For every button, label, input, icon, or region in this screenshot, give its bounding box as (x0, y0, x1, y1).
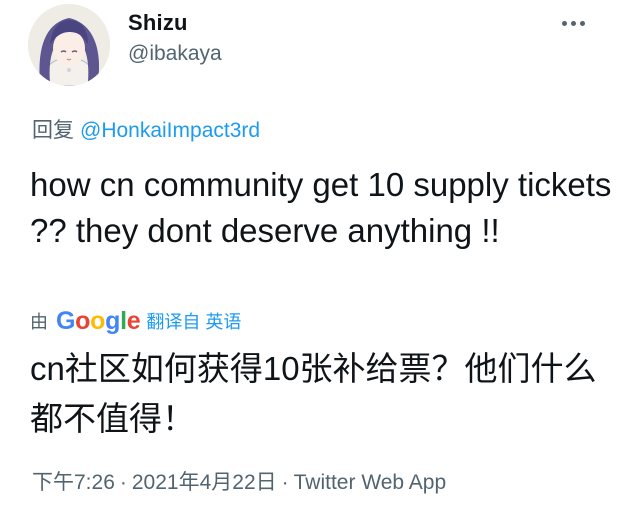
tweet-date[interactable]: 2021年4月22日 (132, 471, 277, 494)
reply-label: 回复 (32, 119, 74, 142)
meta-separator: · (281, 471, 289, 494)
tweet-source[interactable]: Twitter Web App (294, 471, 447, 494)
user-handle[interactable]: @ibakaya (128, 42, 222, 66)
tweet-metadata: 下午7:26 · 2021年4月22日 · Twitter Web App (32, 466, 446, 496)
more-horizontal-icon-dot (579, 20, 585, 26)
translated-from-link[interactable]: 翻译自 英语 (146, 308, 241, 334)
more-horizontal-icon-dot (570, 20, 576, 26)
google-logo-letter: l (120, 306, 127, 335)
display-name[interactable]: Shizu (128, 10, 188, 36)
google-logo-letter: G (56, 306, 76, 335)
more-options-button[interactable] (556, 10, 590, 36)
google-logo-letter: o (75, 306, 91, 335)
translated-by-label: 由 (30, 312, 48, 332)
translated-text: cn社区如何获得10张补给票？他们什么都不值得！ (30, 350, 597, 437)
translation-attribution: 由 Google 翻译自 英语 (30, 306, 241, 336)
google-logo-letter: o (90, 306, 106, 335)
google-logo-letter: g (105, 306, 121, 335)
tweet-text: how cn community get 10 supply tickets ?… (30, 166, 612, 249)
reply-mention-link[interactable]: @HonkaiImpact3rd (80, 119, 260, 142)
avatar[interactable] (28, 4, 110, 86)
meta-separator: · (119, 471, 127, 494)
avatar-image (28, 4, 110, 86)
reply-context: 回复 @HonkaiImpact3rd (32, 114, 260, 144)
google-logo-letter: e (126, 306, 141, 335)
tweet-card: Shizu @ibakaya 回复 @HonkaiImpact3rd how cn… (0, 0, 641, 521)
tweet-time[interactable]: 下午7:26 (32, 471, 115, 494)
more-horizontal-icon (561, 20, 567, 26)
google-logo: Google (56, 306, 141, 336)
